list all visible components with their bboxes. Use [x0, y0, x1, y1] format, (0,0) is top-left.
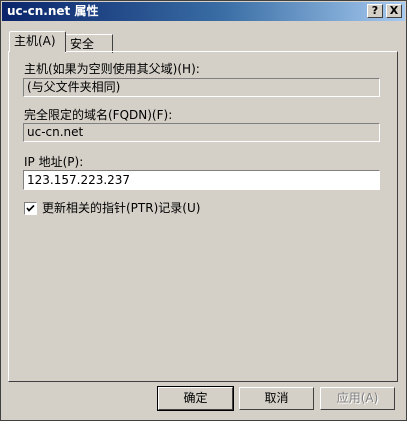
title-bar[interactable]: uc-cn.net 属性 ? X: [2, 2, 405, 21]
close-button[interactable]: X: [386, 4, 402, 18]
properties-dialog: uc-cn.net 属性 ? X 主机(A) 安全 主机(如果为空则使用其父域)…: [0, 0, 407, 421]
tab-panel: [8, 51, 398, 382]
window-title: uc-cn.net 属性: [7, 4, 99, 18]
help-button[interactable]: ?: [367, 4, 383, 18]
apply-button[interactable]: 应用(A): [320, 387, 395, 410]
cancel-button[interactable]: 取消: [239, 387, 314, 410]
ok-button[interactable]: 确定: [157, 386, 234, 411]
tab-host[interactable]: 主机(A): [9, 31, 66, 52]
